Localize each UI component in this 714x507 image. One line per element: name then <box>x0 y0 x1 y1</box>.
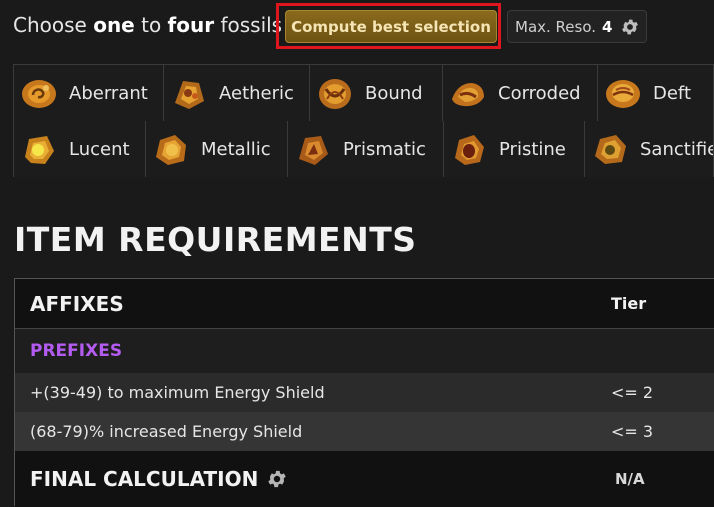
sanctified-fossil-icon <box>595 135 626 164</box>
requirements-table: AFFIXES Tier PREFIXES +(39-49) to maximu… <box>14 278 714 507</box>
fossil-label: Aberrant <box>69 82 148 104</box>
max-resonance-label: Max. Reso. <box>515 17 597 36</box>
fossil-sanctified[interactable]: Sanctified <box>585 121 714 177</box>
final-calculation-text: FINAL CALCULATION <box>30 467 259 491</box>
fossil-label: Pristine <box>499 138 566 160</box>
fossil-label: Aetheric <box>219 82 294 104</box>
affixes-header: AFFIXES <box>30 291 124 316</box>
prefixes-label: PREFIXES <box>30 341 123 361</box>
pristine-fossil-icon <box>455 135 484 165</box>
aetheric-fossil-icon <box>175 81 204 109</box>
fossil-grid: Aberrant Aetheric Bound Corroded Deft Lu… <box>13 64 714 177</box>
gear-icon[interactable] <box>266 468 288 490</box>
fossil-corroded[interactable]: Corroded <box>443 65 598 121</box>
fossil-label: Bound <box>365 82 423 104</box>
table-header-row: AFFIXES Tier <box>15 279 714 329</box>
final-calculation-row: FINAL CALCULATION N/A <box>15 451 714 507</box>
mod-tier: <= 3 <box>611 422 654 441</box>
deft-fossil-icon <box>606 80 640 108</box>
prefixes-row: PREFIXES <box>15 329 714 373</box>
fossil-prismatic[interactable]: Prismatic <box>288 121 444 177</box>
mod-tier: <= 2 <box>611 383 654 402</box>
gear-icon[interactable] <box>620 17 640 37</box>
fossil-aetheric[interactable]: Aetheric <box>164 65 310 121</box>
fossil-lucent[interactable]: Lucent <box>13 121 146 177</box>
mod-text: +(39-49) to maximum Energy Shield <box>30 383 325 402</box>
corroded-fossil-icon <box>452 83 484 107</box>
prismatic-fossil-icon <box>299 136 328 165</box>
fossil-label: Deft <box>653 82 692 104</box>
mod-text: (68-79)% increased Energy Shield <box>30 422 303 441</box>
fossil-label: Corroded <box>498 82 581 104</box>
lucent-fossil-icon <box>25 136 54 164</box>
fossil-label: Prismatic <box>343 138 426 160</box>
fossil-pristine[interactable]: Pristine <box>444 121 585 177</box>
fossil-label: Sanctified <box>640 138 713 160</box>
compute-best-selection-button[interactable]: Compute best selection <box>285 10 497 43</box>
tier-header: Tier <box>611 294 647 313</box>
table-row[interactable]: +(39-49) to maximum Energy Shield <= 2 <box>15 373 714 412</box>
final-calculation-value: N/A <box>615 470 645 488</box>
bound-fossil-icon <box>319 79 351 109</box>
table-row[interactable]: (68-79)% increased Energy Shield <= 3 <box>15 412 714 451</box>
final-calculation-label: FINAL CALCULATION <box>30 467 288 491</box>
metallic-fossil-icon <box>156 135 186 165</box>
top-bar: Choose one to four fossils Compute best … <box>0 0 714 52</box>
fossil-label: Metallic <box>201 138 271 160</box>
fossil-aberrant[interactable]: Aberrant <box>13 65 164 121</box>
max-resonance-value: 4 <box>602 17 613 36</box>
fossil-deft[interactable]: Deft <box>598 65 714 121</box>
section-title: ITEM REQUIREMENTS <box>14 220 417 259</box>
fossil-metallic[interactable]: Metallic <box>146 121 288 177</box>
aberrant-fossil-icon <box>22 80 56 108</box>
fossil-row: Aberrant Aetheric Bound Corroded Deft <box>13 65 714 121</box>
fossil-instruction: Choose one to four fossils <box>13 13 283 37</box>
fossil-label: Lucent <box>69 138 130 160</box>
fossil-row: Lucent Metallic Prismatic Pristine Sanct… <box>13 121 714 177</box>
fossil-bound[interactable]: Bound <box>310 65 443 121</box>
max-resonance-control[interactable]: Max. Reso. 4 <box>507 10 647 43</box>
